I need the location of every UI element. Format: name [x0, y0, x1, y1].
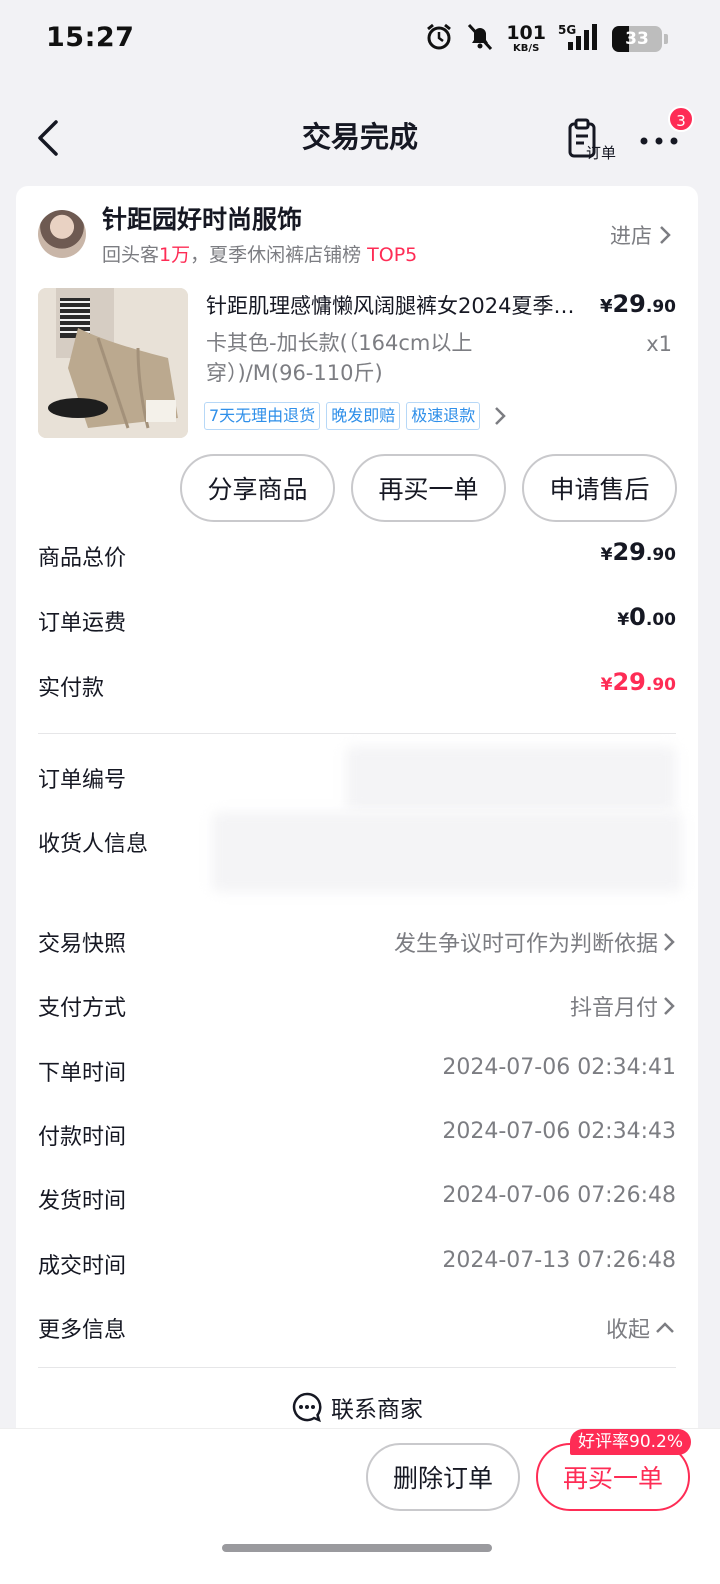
signal-5g-icon: 5G [558, 22, 600, 56]
chevron-right-icon [495, 407, 506, 425]
divider [38, 1367, 676, 1368]
alarm-icon [424, 22, 454, 56]
chevron-right-icon [664, 997, 675, 1015]
product-title[interactable]: 针距肌理感慵懒风阔腿裤女2024夏季新款 [206, 290, 591, 320]
paid-value: ¥29.90 [600, 668, 676, 696]
deal-time-row: 成交时间 2024-07-13 07:26:48 [38, 1248, 676, 1279]
order-time-row: 下单时间 2024-07-06 02:34:41 [38, 1055, 676, 1086]
status-icons: 101 KB/S 5G 33 [424, 22, 668, 56]
svg-text:5G: 5G [558, 23, 576, 37]
shop-subtitle: 回头客1万，夏季休闲裤店铺榜 TOP5 [102, 244, 418, 266]
order-card: 针距园好时尚服饰 回头客1万，夏季休闲裤店铺榜 TOP5 进店 针距肌理感慵懒风… [16, 186, 698, 1436]
product-image[interactable] [38, 288, 188, 438]
enter-shop-link[interactable]: 进店 [610, 220, 672, 250]
chevron-up-icon [656, 1322, 674, 1333]
status-bar: 15:27 101 KB/S 5G 33 [0, 0, 720, 80]
notification-badge: 3 [668, 106, 694, 132]
chevron-right-icon [660, 226, 671, 244]
collapse-toggle[interactable]: 收起 [606, 1312, 676, 1344]
rebuy-button[interactable]: 再买一单 [351, 454, 506, 522]
bottom-action-bar: 删除订单 再买一单 好评率90.2% [0, 1428, 720, 1584]
redacted-order-number [346, 746, 676, 810]
net-speed: 101 KB/S [506, 22, 546, 54]
product-spec: 卡其色-加长款(（164cm以上 穿）)/M(96-110斤) [206, 331, 473, 385]
home-indicator[interactable] [222, 1544, 492, 1552]
service-tag: 极速退款 [406, 402, 481, 430]
shipping-value: ¥0.00 [617, 603, 676, 631]
after-sale-button[interactable]: 申请售后 [522, 454, 677, 522]
total-price-value: ¥29.90 [600, 538, 676, 566]
service-tag: 7天无理由退货 [204, 402, 321, 430]
payment-method-row[interactable]: 支付方式 抖音月付 [38, 986, 676, 1026]
chat-bubble-icon [292, 1392, 322, 1423]
share-product-button[interactable]: 分享商品 [180, 454, 335, 522]
shop-name[interactable]: 针距园好时尚服饰 [102, 200, 302, 236]
nav-bar: 交易完成 订单 [0, 96, 720, 176]
shop-avatar[interactable] [38, 210, 86, 258]
pay-time-row: 付款时间 2024-07-06 02:34:43 [38, 1119, 676, 1150]
product-actions: 分享商品 再买一单 申请售后 [180, 454, 677, 522]
rating-badge: 好评率90.2% [570, 1429, 692, 1455]
service-tags[interactable]: 7天无理由退货 晚发即赔 极速退款 [204, 402, 506, 430]
product-quantity: x1 [646, 332, 672, 356]
mute-icon [466, 22, 494, 56]
status-time: 15:27 [46, 22, 135, 53]
battery-cap [664, 34, 668, 44]
more-info-row[interactable]: 更多信息 收起 [38, 1308, 676, 1348]
delete-order-button[interactable]: 删除订单 [366, 1443, 520, 1511]
battery-icon: 33 [612, 26, 662, 52]
chevron-right-icon [664, 933, 675, 951]
order-list-button[interactable]: 订单 [566, 118, 626, 164]
redacted-receiver-info [212, 812, 682, 892]
service-tag: 晚发即赔 [326, 402, 401, 430]
total-price-row: 商品总价 ¥29.90 [38, 538, 676, 571]
product-price: ¥29.90 [599, 290, 676, 318]
divider [38, 733, 676, 734]
paid-row: 实付款 ¥29.90 [38, 668, 676, 701]
shipping-row: 订单运费 ¥0.00 [38, 603, 676, 636]
contact-seller-button[interactable]: 联系商家 [16, 1390, 698, 1424]
snapshot-row[interactable]: 交易快照 发生争议时可作为判断依据 [38, 922, 676, 962]
ship-time-row: 发货时间 2024-07-06 07:26:48 [38, 1183, 676, 1214]
